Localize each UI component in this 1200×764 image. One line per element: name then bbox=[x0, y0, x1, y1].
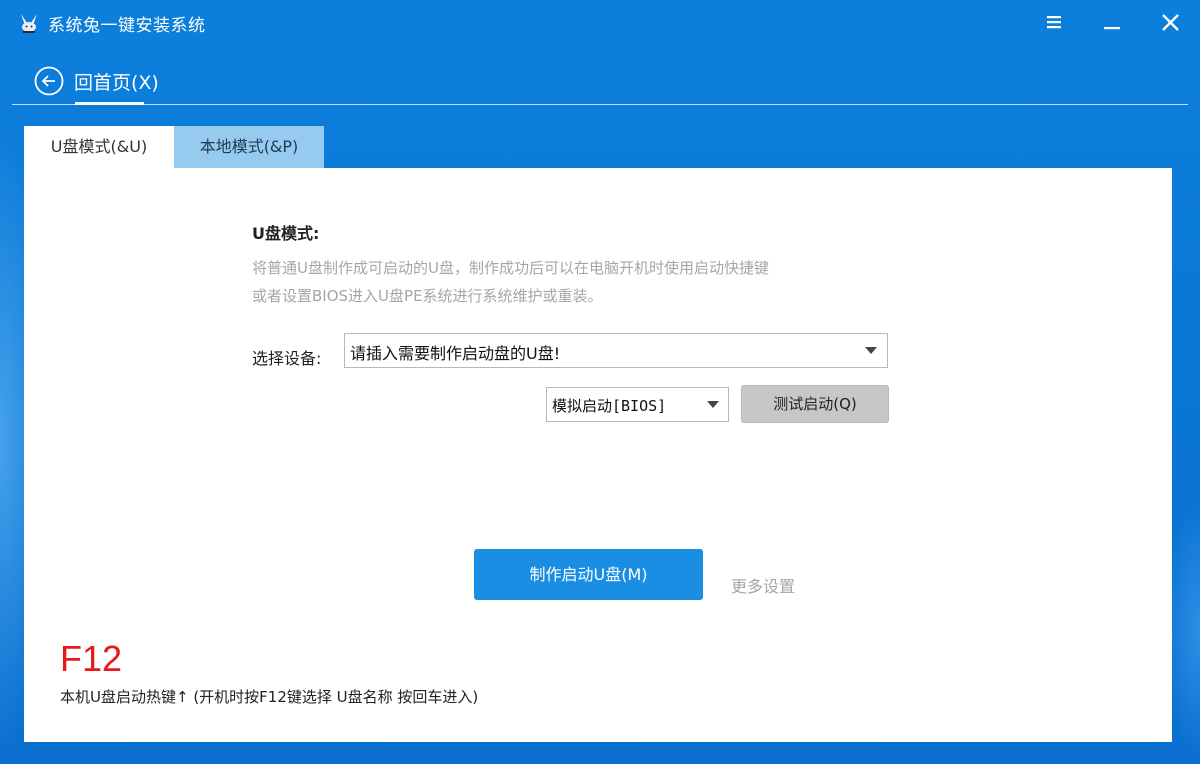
chevron-down-icon bbox=[865, 347, 877, 354]
device-select-value: 请插入需要制作启动盘的U盘! bbox=[350, 344, 561, 363]
usb-mode-panel: U盘模式: 将普通U盘制作成可启动的U盘，制作成功后可以在电脑开机时使用启动快捷… bbox=[24, 168, 1172, 742]
tab-local-mode[interactable]: 本地模式(&P) bbox=[174, 126, 324, 168]
section-title: U盘模式: bbox=[252, 224, 320, 243]
description-line-2: 或者设置BIOS进入U盘PE系统进行系统维护或重装。 bbox=[252, 287, 603, 305]
header-divider bbox=[12, 104, 1188, 105]
chevron-down-icon bbox=[707, 401, 719, 408]
menu-icon[interactable] bbox=[1040, 8, 1070, 38]
back-home-label: 回首页(X) bbox=[74, 72, 159, 94]
test-boot-button[interactable]: 测试启动(Q) bbox=[741, 385, 889, 423]
make-boot-usb-button[interactable]: 制作启动U盘(M) bbox=[474, 549, 703, 600]
boot-mode-select[interactable]: 模拟启动[BIOS] bbox=[546, 387, 729, 422]
back-arrow-icon bbox=[34, 66, 64, 96]
boot-hotkey-note: 本机U盘启动热键↑ (开机时按F12键选择 U盘名称 按回车进入) bbox=[60, 688, 479, 706]
rabbit-logo-icon bbox=[18, 12, 40, 34]
boot-hotkey: F12 bbox=[60, 638, 123, 679]
title-bar: 系统兔一键安装系统 bbox=[0, 0, 1200, 48]
mode-description: 将普通U盘制作成可启动的U盘，制作成功后可以在电脑开机时使用启动快捷键 或者设置… bbox=[252, 254, 912, 310]
minimize-icon[interactable] bbox=[1098, 8, 1128, 38]
device-select[interactable]: 请插入需要制作启动盘的U盘! bbox=[344, 333, 888, 368]
app-title: 系统兔一键安装系统 bbox=[48, 16, 206, 36]
description-line-1: 将普通U盘制作成可启动的U盘，制作成功后可以在电脑开机时使用启动快捷键 bbox=[252, 259, 769, 277]
boot-mode-value: 模拟启动[BIOS] bbox=[552, 397, 667, 415]
close-icon[interactable] bbox=[1156, 8, 1186, 38]
more-settings-link[interactable]: 更多设置 bbox=[731, 573, 795, 597]
device-label: 选择设备: bbox=[252, 349, 322, 368]
tab-usb-mode[interactable]: U盘模式(&U) bbox=[24, 126, 174, 168]
